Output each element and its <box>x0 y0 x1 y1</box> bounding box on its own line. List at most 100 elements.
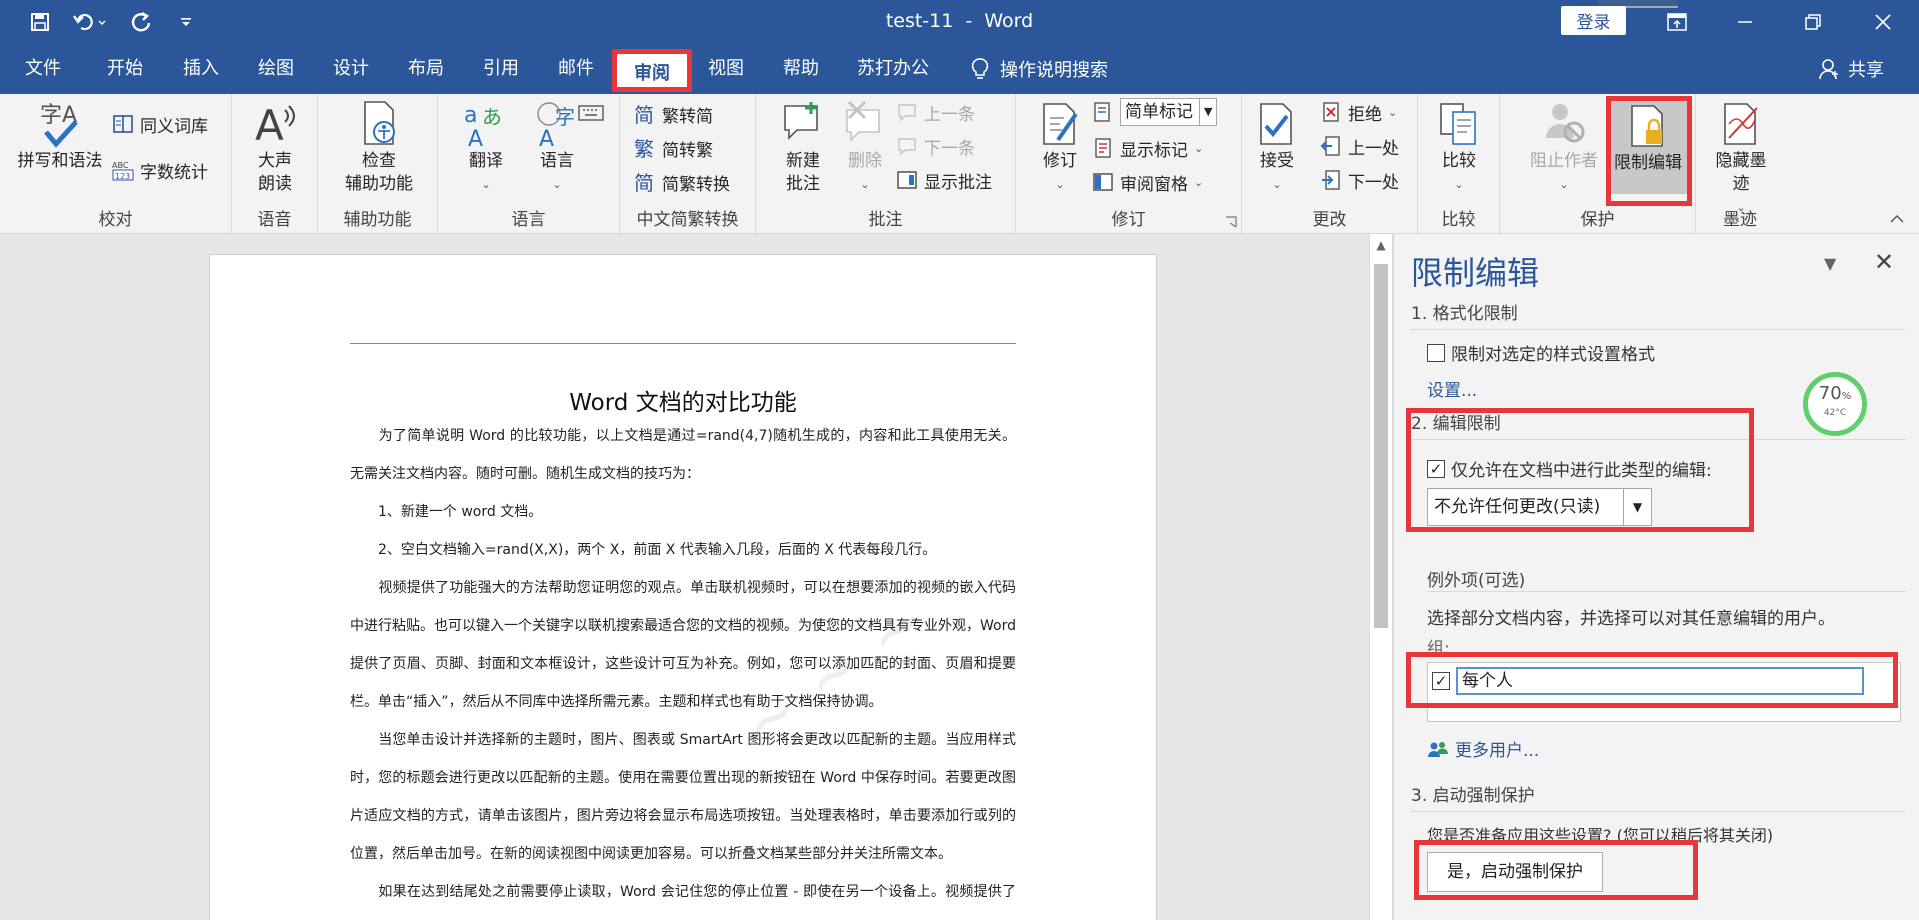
doc-paragraph: 2、空白文档输入=rand(X,X)，两个 X，前面 X 代表输入几段，后面的 … <box>350 542 937 558</box>
scroll-up-arrow[interactable]: ▲ <box>1370 238 1392 258</box>
header-line <box>350 343 1016 344</box>
group-label-compare: 比较 <box>1441 210 1476 230</box>
tab-insert[interactable]: 插入 <box>170 44 232 94</box>
tab-design[interactable]: 设计 <box>320 44 382 94</box>
svg-text:繁: 繁 <box>634 137 654 159</box>
tab-mailings[interactable]: 邮件 <box>545 44 607 94</box>
next-change-icon <box>1322 170 1340 190</box>
group-protect: 阻止作者 ⌄ 限制编辑 保护 <box>1500 94 1696 234</box>
settings-link[interactable]: 设置... <box>1427 376 1477 401</box>
thesaurus-button[interactable]: 同义词库 <box>112 110 208 138</box>
compare-icon <box>1440 103 1476 145</box>
accept-icon <box>1260 103 1292 145</box>
pane-close-icon[interactable]: ✕ <box>1874 248 1894 276</box>
traditional-to-simplified-button[interactable]: 简 繁转简 <box>634 100 713 128</box>
groups-list: ✓ 每个人 <box>1427 662 1901 722</box>
review-pane-icon <box>1093 173 1113 191</box>
scroll-thumb[interactable] <box>1374 264 1388 628</box>
chinese-convert-button[interactable]: 简 简繁转换 <box>634 168 730 196</box>
format-restriction-checkbox[interactable] <box>1427 344 1445 362</box>
reject-icon <box>1323 102 1339 122</box>
show-markup-button[interactable]: 显示标记 ⌄ <box>1092 134 1203 162</box>
start-enforcing-button[interactable]: 是，启动强制保护 <box>1427 852 1603 892</box>
check-accessibility-button[interactable]: 检查 辅助功能 <box>324 100 434 196</box>
tab-help[interactable]: 帮助 <box>770 44 832 94</box>
everyone-checkbox[interactable]: ✓ <box>1432 672 1450 690</box>
close-window-icon[interactable] <box>1860 4 1906 40</box>
login-button[interactable]: 登录 <box>1561 6 1626 35</box>
show-comments-icon <box>897 171 917 189</box>
pane-title: 限制编辑 <box>1411 254 1540 292</box>
previous-comment-button[interactable]: 上一条 <box>896 98 975 126</box>
next-change-button[interactable]: 下一处 <box>1320 166 1399 194</box>
simplified-to-traditional-button[interactable]: 繁 简转繁 <box>634 134 713 162</box>
groups-label: 组: <box>1427 639 1450 659</box>
markup-mode-dropdown[interactable]: 简单标记 ▼ <box>1092 98 1218 126</box>
show-comments-button[interactable]: 显示批注 <box>896 166 992 194</box>
word-count-button[interactable]: ABC 123 字数统计 <box>112 156 208 184</box>
editing-type-select[interactable]: 不允许任何更改(只读) ▼ <box>1427 488 1652 526</box>
previous-change-button[interactable]: 上一处 <box>1320 132 1399 160</box>
share-button[interactable]: 共享 <box>1818 44 1884 94</box>
enforce-question: 您是否准备应用这些设置? (您可以稍后将其关闭) <box>1427 826 1774 845</box>
read-aloud-button[interactable]: A 大声 朗读 <box>240 100 310 196</box>
title-bar: test-11 - Word 登录 <box>0 0 1919 44</box>
tab-home[interactable]: 开始 <box>94 44 156 94</box>
restrict-editing-button[interactable]: 限制编辑 <box>1606 98 1690 194</box>
group-label-language: 语言 <box>511 210 546 230</box>
tab-file[interactable]: 文件 <box>12 44 74 94</box>
tab-view[interactable]: 视图 <box>695 44 757 94</box>
tab-draw[interactable]: 绘图 <box>245 44 307 94</box>
more-users-link[interactable]: 更多用户... <box>1427 736 1539 761</box>
spelling-grammar-button[interactable]: 字A 拼写和语法 <box>10 100 110 173</box>
convert-char-icon: 简 <box>634 171 654 193</box>
person-icon <box>1819 59 1838 80</box>
group-label-protect: 保护 <box>1580 210 1615 230</box>
svg-text:123: 123 <box>115 172 130 181</box>
users-icon <box>1428 741 1448 757</box>
next-comment-button[interactable]: 下一条 <box>896 132 975 160</box>
new-comment-icon <box>784 102 818 140</box>
ribbon-display-icon[interactable] <box>1654 4 1700 40</box>
language-icon: 字A <box>537 102 575 148</box>
editing-restriction-option[interactable]: ✓ 仅允许在文档中进行此类型的编辑: <box>1427 456 1712 481</box>
reject-button[interactable]: 拒绝 ⌄ <box>1320 98 1397 126</box>
svg-text:ABC: ABC <box>112 161 129 170</box>
svg-text:字: 字 <box>555 105 575 129</box>
previous-comment-icon <box>898 104 916 122</box>
format-restriction-option[interactable]: 限制对选定的样式设置格式 <box>1427 340 1655 365</box>
vertical-scrollbar[interactable]: ▲ <box>1369 234 1393 920</box>
delete-comment-button[interactable]: 删除 ⌄ <box>836 100 894 196</box>
show-markup-icon <box>1095 138 1111 158</box>
next-comment-icon <box>898 138 916 156</box>
group-label-proofing: 校对 <box>98 210 133 230</box>
svg-text:a: a <box>464 103 477 128</box>
minimize-icon[interactable] <box>1722 4 1768 40</box>
track-changes-button[interactable]: 修订 ⌄ <box>1032 100 1088 196</box>
compare-button[interactable]: 比较 ⌄ <box>1430 100 1488 196</box>
restore-icon[interactable] <box>1790 4 1836 40</box>
doc-paragraph: 1、新建一个 word 文档。 <box>350 504 543 520</box>
svg-text:A: A <box>539 127 554 148</box>
collapse-ribbon-icon[interactable] <box>1890 214 1904 224</box>
block-authors-button[interactable]: 阻止作者 ⌄ <box>1526 100 1602 196</box>
markup-dropdown-arrow[interactable]: ▼ <box>1199 99 1212 125</box>
review-pane-button[interactable]: 审阅窗格 ⌄ <box>1092 168 1203 196</box>
group-changes: 接受 ⌄ 拒绝 ⌄ 上一处 下一处 更改 <box>1242 94 1418 234</box>
tab-layout[interactable]: 布局 <box>395 44 457 94</box>
tell-me-search[interactable]: 操作说明搜索 <box>970 44 1108 94</box>
document-page[interactable]: Word 文档的对比功能 为了简单说明 Word 的比较功能，以上文档是通过=r… <box>209 254 1157 920</box>
cpu-gauge-widget[interactable]: 70% 42°C <box>1803 372 1867 436</box>
tab-soda-office[interactable]: 苏打办公 <box>848 44 938 94</box>
translate-button[interactable]: aあA 翻译 ⌄ <box>456 100 516 196</box>
tab-references[interactable]: 引用 <box>470 44 532 94</box>
accept-button[interactable]: 接受 ⌄ <box>1250 100 1304 196</box>
new-comment-button[interactable]: 新建 批注 <box>768 100 838 196</box>
editing-type-dropdown-arrow[interactable]: ▼ <box>1623 489 1651 525</box>
group-everyone[interactable]: 每个人 <box>1456 667 1864 695</box>
tab-review[interactable]: 审阅 <box>612 49 692 92</box>
editing-restriction-checkbox[interactable]: ✓ <box>1427 460 1445 478</box>
keyboard-icon[interactable] <box>578 102 604 122</box>
pane-options-icon[interactable]: ▼ <box>1824 254 1836 273</box>
hide-ink-button[interactable]: 隐藏墨 迹 ⌄ <box>1704 100 1778 219</box>
